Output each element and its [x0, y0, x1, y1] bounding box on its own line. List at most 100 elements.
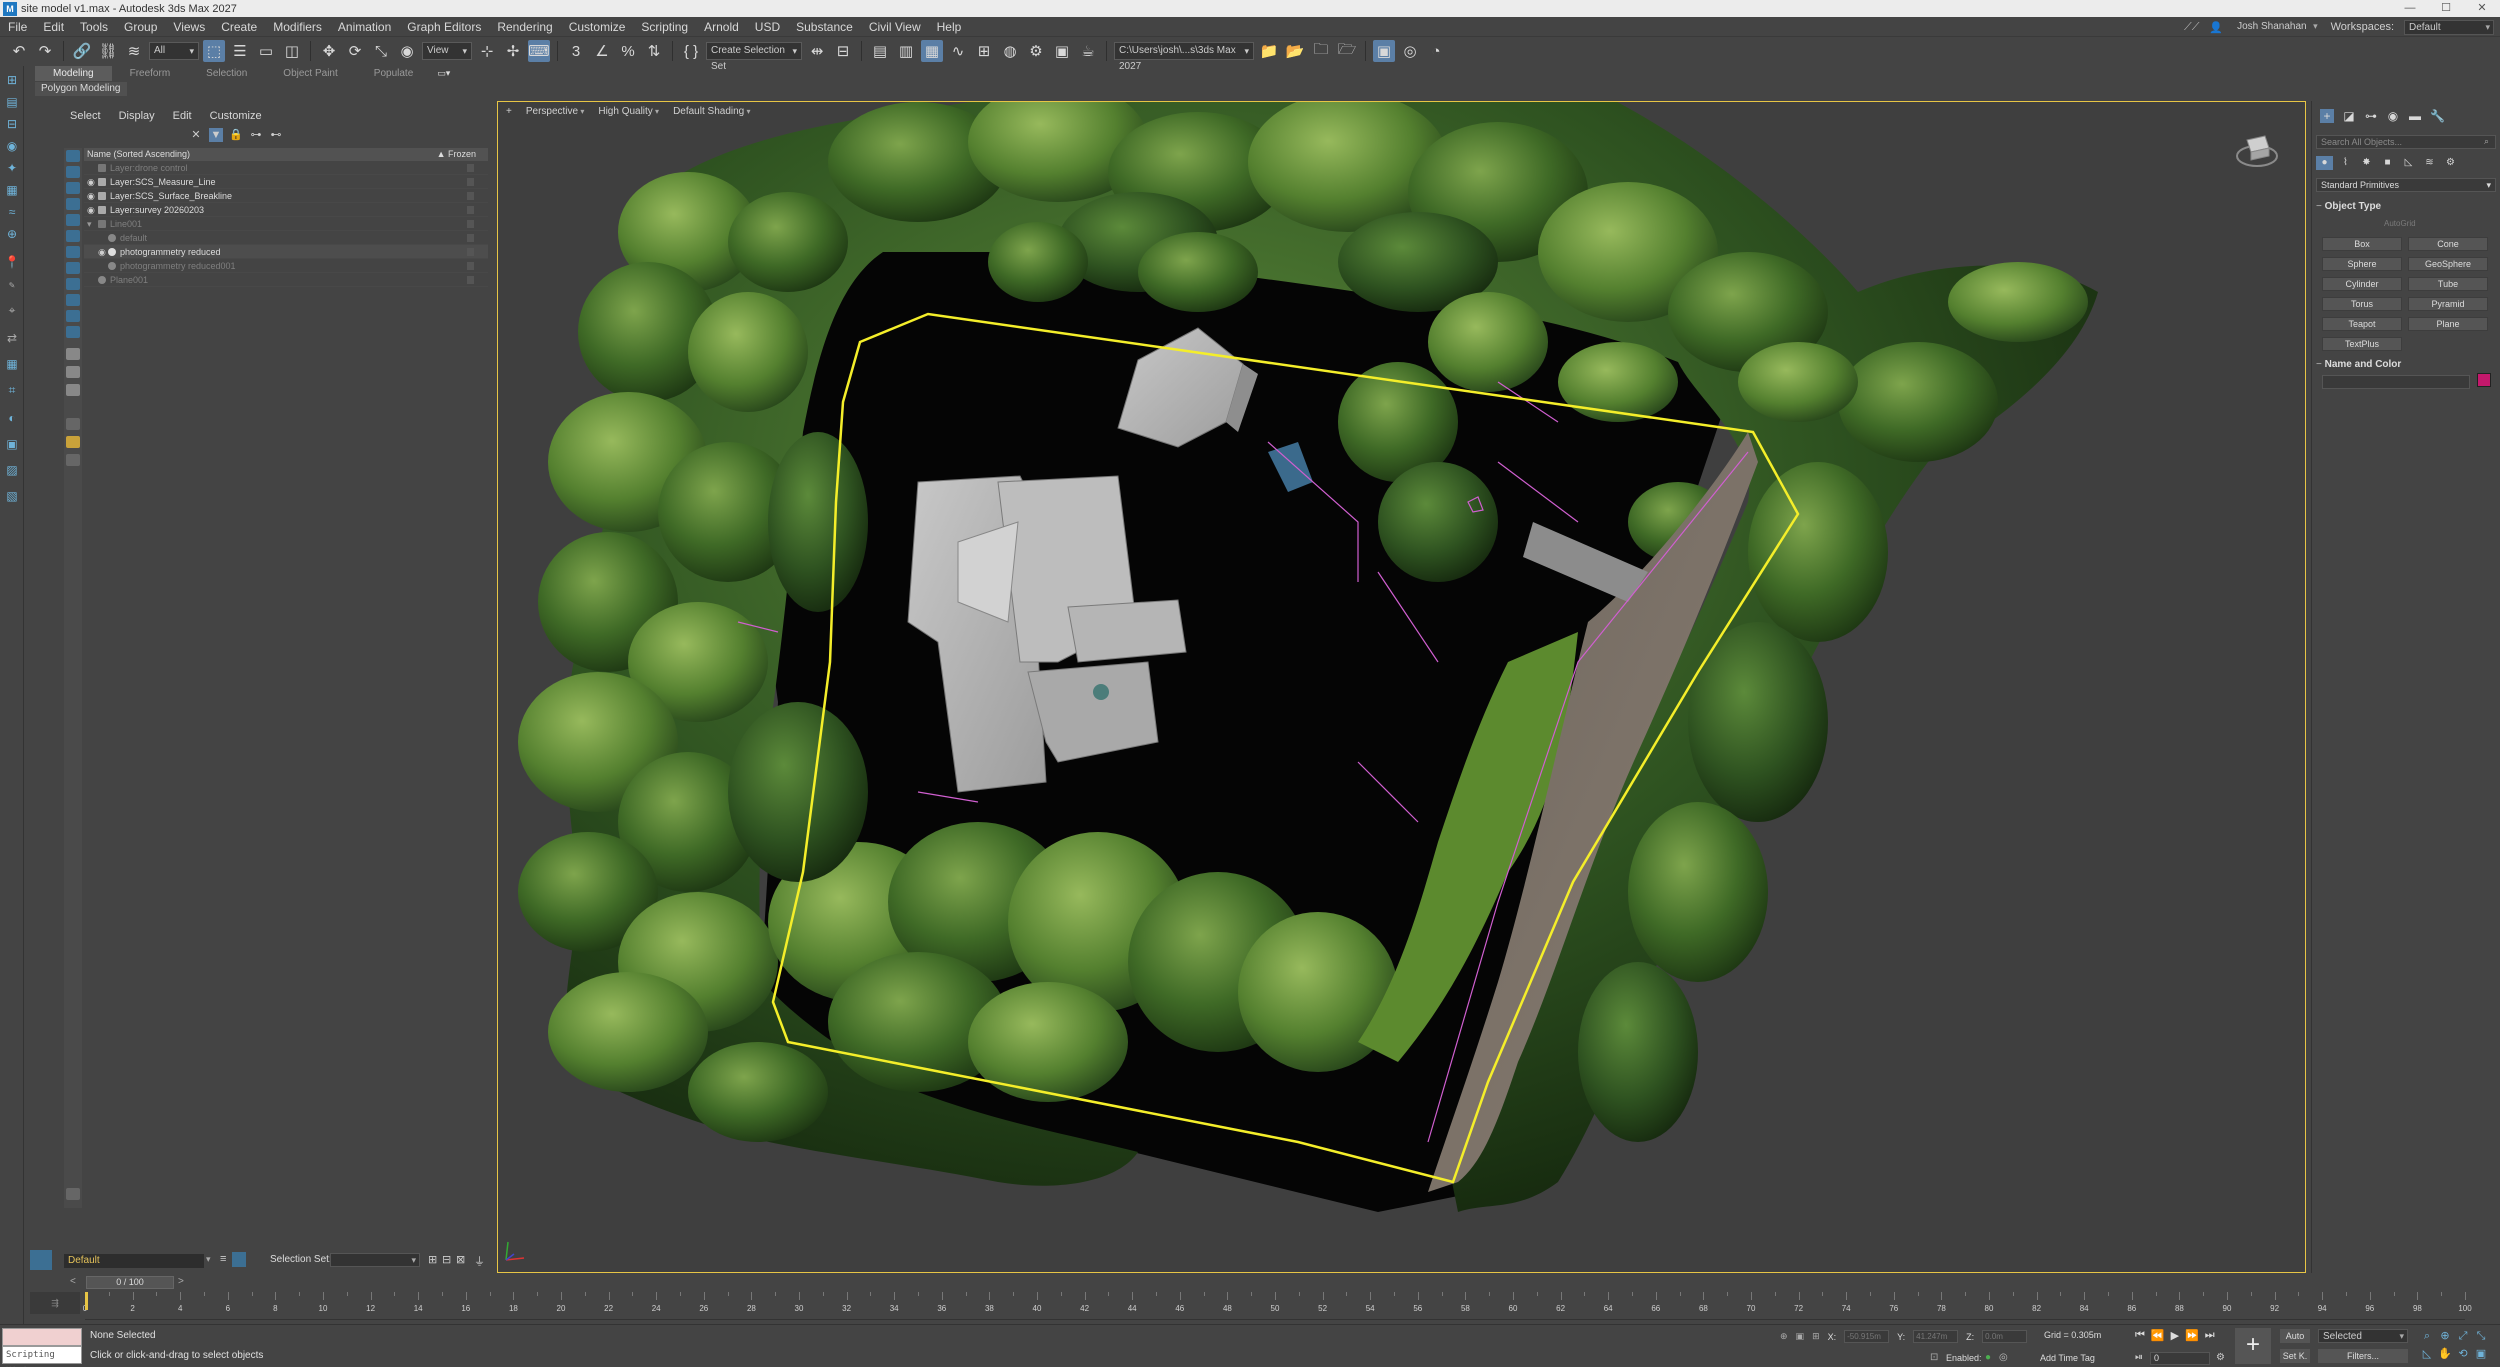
expand-arrow-icon[interactable]: ▾	[87, 217, 92, 231]
cone-button[interactable]: Cone	[2408, 237, 2488, 251]
menu-tools[interactable]: Tools	[72, 17, 116, 37]
shapes-icon[interactable]: ⌇	[2337, 156, 2354, 170]
rotate-icon[interactable]: ⟳	[344, 40, 366, 62]
folder-up-icon[interactable]: 🗀	[1310, 40, 1332, 62]
torus-button[interactable]: Torus	[2322, 297, 2402, 311]
time-tag-toggle-icon[interactable]: ◎	[1999, 1352, 2008, 1363]
material-editor-icon[interactable]: ◍	[999, 40, 1021, 62]
snap-icon[interactable]: ⌖	[3, 302, 21, 318]
filter-shapes-icon[interactable]	[66, 166, 80, 178]
help-circle-icon[interactable]: ◎	[1399, 40, 1421, 62]
isolate-icon[interactable]: ◐	[3, 410, 21, 426]
key-filter-dropdown[interactable]: Selected	[2318, 1329, 2408, 1343]
schematic-view-icon[interactable]: ⊞	[973, 40, 995, 62]
layer-tree-icon[interactable]: ⊷	[269, 128, 283, 142]
menu-graph-editors[interactable]: Graph Editors	[399, 17, 489, 37]
folder-settings-icon[interactable]: 🗁	[1336, 40, 1358, 62]
visibility-eye-icon[interactable]: ◉	[87, 189, 95, 203]
set-key-button-icon[interactable]: +	[2235, 1328, 2271, 1364]
explorer-row[interactable]: ▾ Line001	[84, 217, 488, 231]
frozen-column-header[interactable]: ▲ Frozen	[437, 148, 476, 161]
filter-icon[interactable]: ▼	[209, 128, 223, 142]
orbit-icon[interactable]: ⟲	[2456, 1347, 2470, 1361]
lights-icon[interactable]: ✸	[2358, 156, 2375, 170]
display-all-icon[interactable]	[66, 348, 80, 360]
viewport-quality-menu[interactable]: High Quality	[598, 106, 659, 117]
filter-xrefs-icon[interactable]	[66, 262, 80, 274]
create-tab-icon[interactable]: +	[2320, 109, 2334, 123]
viewcube-icon[interactable]	[2235, 130, 2279, 170]
box-button[interactable]: Box	[2322, 237, 2402, 251]
zoom-all-icon[interactable]: ⊕	[2438, 1329, 2452, 1343]
filter-lights-icon[interactable]	[66, 182, 80, 194]
hierarchy-icon[interactable]: ⊟	[3, 116, 21, 132]
filter-frozen-icon[interactable]	[66, 310, 80, 322]
helper-icon[interactable]: ▦	[3, 182, 21, 198]
move-icon[interactable]: ✥	[318, 40, 340, 62]
name-color-rollout[interactable]: Name and Color	[2316, 359, 2402, 370]
layer-explorer-toggle-icon[interactable]	[232, 1252, 246, 1267]
explorer-row[interactable]: default	[84, 231, 488, 245]
scale-icon[interactable]: ⤡	[370, 40, 392, 62]
menu-civil-view[interactable]: Civil View	[861, 17, 929, 37]
geometry-icon[interactable]: ●	[2316, 156, 2333, 170]
cylinder-button[interactable]: Cylinder	[2322, 277, 2402, 291]
current-frame-field[interactable]: 0	[2150, 1352, 2210, 1365]
object-color-swatch[interactable]	[2477, 373, 2491, 387]
project-folder-icon[interactable]: 📁	[1258, 40, 1280, 62]
menu-rendering[interactable]: Rendering	[489, 17, 560, 37]
add-time-tag-button[interactable]: Add Time Tag	[2040, 1353, 2095, 1363]
pivot-icon[interactable]: ⊹	[476, 40, 498, 62]
layer-icon[interactable]: ▤	[3, 94, 21, 110]
menu-customize[interactable]: Customize	[561, 17, 634, 37]
maximize-viewport-icon[interactable]: ▣	[2474, 1347, 2488, 1361]
menu-file[interactable]: File	[0, 17, 35, 37]
project-path-dropdown[interactable]: C:\Users\josh\...s\3ds Max 2027	[1114, 42, 1254, 72]
systems-icon[interactable]: ⚙	[2442, 156, 2459, 170]
utilities-tab-icon[interactable]: 🔧	[2430, 109, 2445, 123]
layer-stack-icon[interactable]: ≡	[220, 1253, 226, 1265]
ribbon-tab-selection[interactable]: Selection	[188, 66, 265, 81]
viewport-pov-menu[interactable]: Perspective	[526, 106, 585, 117]
abs-mode-icon[interactable]: ⊞	[1812, 1331, 1820, 1342]
display-invert-icon[interactable]	[66, 384, 80, 396]
menu-arnold[interactable]: Arnold	[696, 17, 747, 37]
ribbon-tab-modeling[interactable]: Modeling	[35, 66, 112, 81]
menu-usd[interactable]: USD	[747, 17, 788, 37]
menu-create[interactable]: Create	[213, 17, 265, 37]
viewport-layout-icon[interactable]: ▣	[1373, 40, 1395, 62]
zoom-icon[interactable]: ⌕	[2420, 1329, 2434, 1343]
explorer-list-header[interactable]: Name (Sorted Ascending) ▲ Frozen	[84, 148, 488, 161]
freeze-toggle[interactable]	[467, 248, 474, 256]
sphere-button[interactable]: Sphere	[2322, 257, 2402, 271]
visibility-eye-icon[interactable]: ◉	[87, 203, 95, 217]
options-icon[interactable]	[66, 454, 80, 466]
name-column-header[interactable]: Name (Sorted Ascending)	[87, 149, 190, 159]
object-name-input[interactable]	[2322, 375, 2470, 389]
time-config-icon[interactable]: ⚙	[2216, 1352, 2225, 1363]
display-tab-icon[interactable]: ▬	[2408, 109, 2422, 123]
edit-named-sets-icon[interactable]: { }	[680, 40, 702, 62]
menu-substance[interactable]: Substance	[788, 17, 861, 37]
bind-space-warp-icon[interactable]: ≋	[123, 40, 145, 62]
geosphere-button[interactable]: GeoSphere	[2408, 257, 2488, 271]
filter-funnel-icon[interactable]: ⏚	[474, 1253, 485, 1269]
named-selection-dropdown[interactable]: Create Selection Set	[706, 42, 802, 72]
key-mode-toggle-icon[interactable]: ⏯	[2135, 1352, 2143, 1363]
freeze-toggle[interactable]	[467, 220, 474, 228]
filter-containers-icon[interactable]	[66, 294, 80, 306]
user-dropdown[interactable]: Josh Shanahan	[2233, 20, 2321, 35]
link-icon[interactable]: 🔗	[71, 40, 93, 62]
selset-remove-icon[interactable]: ⊟	[442, 1253, 451, 1266]
explorer-menu-display[interactable]: Display	[113, 110, 161, 122]
explorer-row[interactable]: Plane001	[84, 273, 488, 287]
lock-selection-icon[interactable]: ▣	[1796, 1331, 1805, 1342]
ribbon-tab-populate[interactable]: Populate	[356, 66, 431, 81]
curve-editor-icon[interactable]: ∿	[947, 40, 969, 62]
hierarchy-tree-icon[interactable]: ⊶	[249, 128, 263, 142]
measure-icon[interactable]: ⌗	[3, 382, 21, 398]
tube-button[interactable]: Tube	[2408, 277, 2488, 291]
selection-filter-dropdown[interactable]: All	[149, 42, 199, 60]
light-icon[interactable]: ✦	[3, 160, 21, 176]
close-icon[interactable]: ✕	[2464, 0, 2500, 17]
